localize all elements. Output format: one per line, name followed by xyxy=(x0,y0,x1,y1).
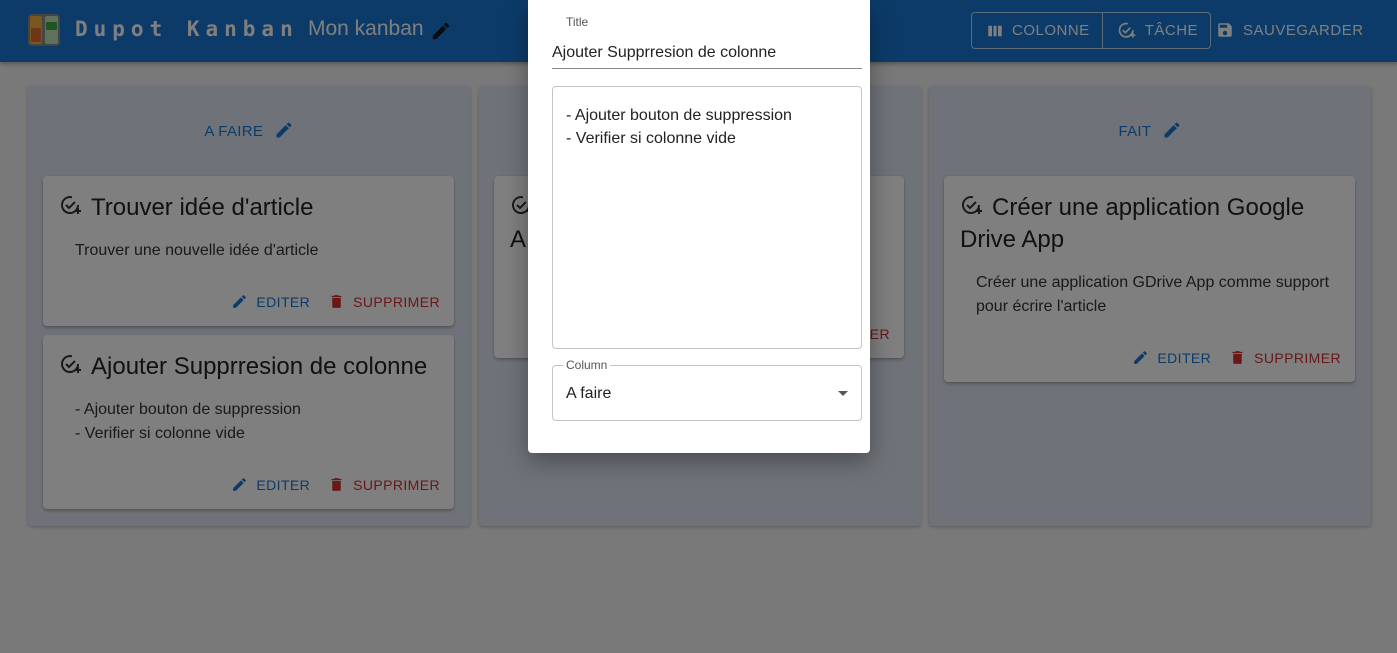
column-select-value: A faire xyxy=(566,385,612,402)
title-input[interactable]: Ajouter Supprresion de colonne xyxy=(552,44,776,62)
dropdown-arrow-icon xyxy=(838,391,848,396)
title-input-underline xyxy=(552,68,862,69)
description-text: - Ajouter bouton de suppression - Verifi… xyxy=(566,107,792,147)
column-select[interactable]: Column A faire xyxy=(552,358,862,421)
column-select-label: Column xyxy=(563,358,611,372)
description-textarea[interactable]: - Ajouter bouton de suppression - Verifi… xyxy=(552,86,862,349)
edit-task-dialog: Title Ajouter Supprresion de colonne - A… xyxy=(528,0,870,453)
title-field-label: Title xyxy=(566,15,589,29)
